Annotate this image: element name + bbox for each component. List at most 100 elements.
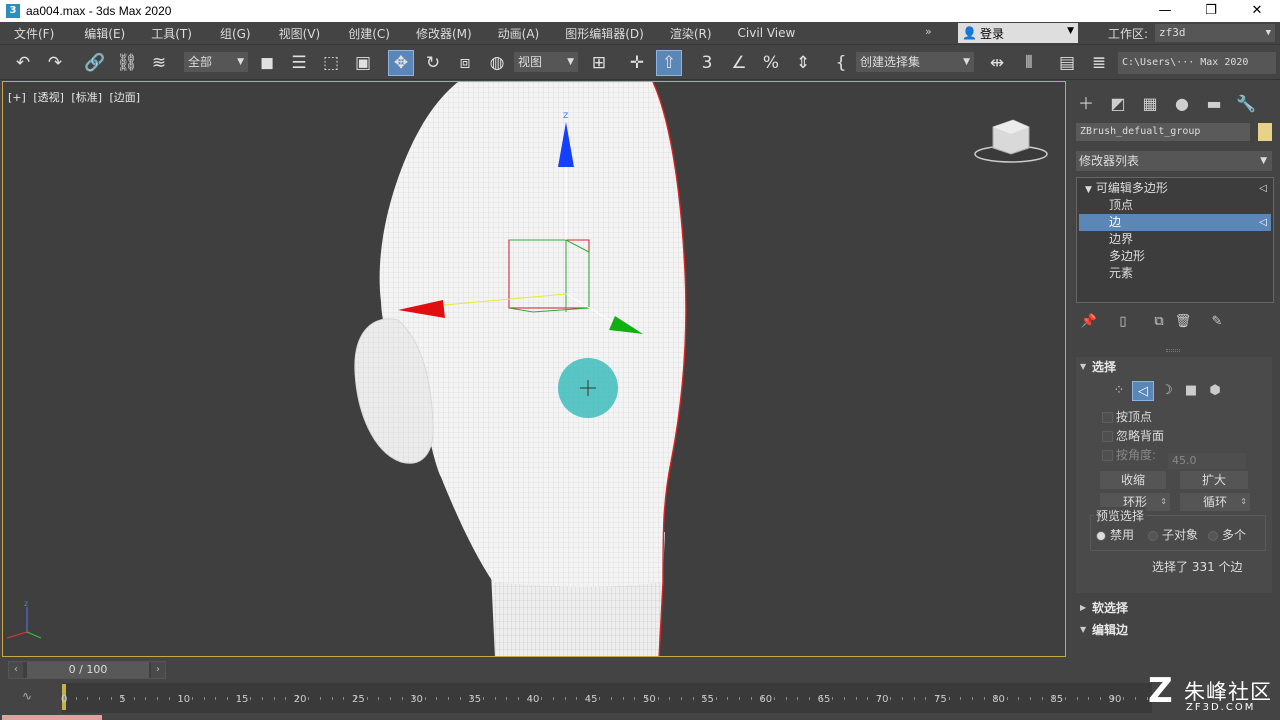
- menu-edit[interactable]: 编辑(E): [78, 25, 131, 42]
- stack-item-border[interactable]: 边界: [1079, 231, 1271, 248]
- select-by-name-icon[interactable]: ☰: [286, 50, 312, 76]
- window-crossing-icon[interactable]: ▣: [350, 50, 376, 76]
- border-mode-icon[interactable]: ☽: [1156, 381, 1178, 401]
- stack-item-element[interactable]: 元素: [1079, 265, 1271, 282]
- minimize-button[interactable]: —: [1142, 0, 1188, 22]
- by-vertex-checkbox[interactable]: 按顶点: [1102, 409, 1152, 425]
- viewport-pov-label[interactable]: [透视]: [33, 91, 64, 104]
- utilities-tab-icon[interactable]: 🔧: [1234, 93, 1258, 115]
- ignore-backfacing-checkbox[interactable]: 忽略背面: [1102, 428, 1164, 444]
- reference-coord-select[interactable]: 视图 ▼: [514, 52, 578, 72]
- remove-modifier-icon[interactable]: 🗑: [1172, 311, 1194, 333]
- vertex-mode-icon[interactable]: ⁘: [1108, 381, 1130, 401]
- element-mode-icon[interactable]: ⬢: [1204, 381, 1226, 401]
- menu-graph-editors[interactable]: 图形编辑器(D): [559, 25, 650, 42]
- selection-rollout-header[interactable]: ▼ 选择: [1076, 357, 1272, 377]
- scene-explorer-icon[interactable]: ▤: [1054, 50, 1080, 76]
- hierarchy-tab-icon[interactable]: ▦: [1138, 93, 1162, 115]
- maximize-button[interactable]: ❐: [1188, 0, 1234, 22]
- stack-item-vertex[interactable]: 顶点: [1079, 197, 1271, 214]
- loop-button[interactable]: 循环 ⇕: [1180, 493, 1250, 511]
- preview-subobject-radio[interactable]: 子对象: [1148, 527, 1198, 543]
- spinner-arrows-icon[interactable]: ⇕: [1240, 493, 1247, 511]
- edge-mode-icon[interactable]: ◁: [1132, 381, 1154, 401]
- project-path-field[interactable]: C:\Users\··· Max 2020: [1118, 52, 1276, 74]
- angle-spinner[interactable]: 45.0: [1168, 453, 1246, 469]
- bind-space-warp-icon[interactable]: ≋: [146, 50, 172, 76]
- percent-snap-icon[interactable]: %: [758, 50, 784, 76]
- time-slider-thumb[interactable]: 0 / 100: [27, 662, 149, 678]
- polygon-mode-icon[interactable]: ■: [1180, 381, 1202, 401]
- layer-explorer-icon[interactable]: ≣: [1086, 50, 1112, 76]
- stack-root-item[interactable]: ▼ 可编辑多边形 ◁: [1079, 180, 1271, 197]
- named-selection-select[interactable]: 创建选择集 ▼: [856, 52, 974, 72]
- selection-filter-select[interactable]: 全部 ▼: [184, 52, 248, 72]
- next-frame-icon[interactable]: ›: [151, 662, 165, 678]
- viewport-label[interactable]: [+] [透视] [标准] [边面]: [8, 89, 144, 105]
- track-bar[interactable]: 0 5 10 15 20 25 30 35 40 45 50 55 60 65 70 75 80 85 90: [61, 683, 1160, 713]
- rect-selection-icon[interactable]: ⬚: [318, 50, 344, 76]
- motion-tab-icon[interactable]: ●: [1170, 93, 1194, 115]
- viewport-style-label[interactable]: [边面]: [110, 91, 141, 104]
- close-button[interactable]: ✕: [1234, 0, 1280, 22]
- rotate-icon[interactable]: ↻: [420, 50, 446, 76]
- grow-button[interactable]: 扩大: [1180, 471, 1248, 489]
- viewport-menu-label[interactable]: [+]: [8, 91, 26, 104]
- timeline-minor-tick: [1134, 697, 1136, 700]
- menu-create[interactable]: 创建(C): [342, 25, 396, 42]
- perspective-viewport[interactable]: z z [+] [透视] [标准] [边面]: [2, 81, 1066, 657]
- modify-tab-icon[interactable]: ◩: [1106, 93, 1130, 115]
- mirror-icon[interactable]: ⇹: [984, 50, 1010, 76]
- panel-splitter[interactable]: [1166, 349, 1180, 352]
- display-tab-icon[interactable]: ▬: [1202, 93, 1226, 115]
- move-icon[interactable]: ✥: [388, 50, 414, 76]
- shrink-button[interactable]: 收缩: [1100, 471, 1166, 489]
- spinner-snap-icon[interactable]: ⇕: [790, 50, 816, 76]
- menu-rendering[interactable]: 渲染(R): [664, 25, 718, 42]
- edit-edges-rollout-header[interactable]: ▼ 编辑边: [1076, 620, 1272, 640]
- menu-view[interactable]: 视图(V): [273, 25, 327, 42]
- object-color-swatch[interactable]: [1258, 123, 1272, 141]
- select-manipulate-icon[interactable]: ✛: [624, 50, 650, 76]
- redo-icon[interactable]: ↷: [42, 50, 68, 76]
- viewport-shading-label[interactable]: [标准]: [71, 91, 102, 104]
- object-name-field[interactable]: ZBrush_defualt_group: [1076, 123, 1250, 141]
- stack-item-edge[interactable]: 边 ◁: [1079, 214, 1271, 231]
- menu-overflow-icon[interactable]: »: [925, 25, 932, 38]
- align-icon[interactable]: ⫴: [1016, 50, 1042, 76]
- prev-frame-icon[interactable]: ‹: [9, 662, 23, 678]
- menu-civil-view[interactable]: Civil View: [732, 26, 802, 40]
- menu-animation[interactable]: 动画(A): [492, 25, 546, 42]
- configure-sets-icon[interactable]: ✎: [1206, 311, 1228, 333]
- link-icon[interactable]: 🔗: [82, 50, 108, 76]
- soft-selection-rollout-header[interactable]: ▶ 软选择: [1076, 598, 1272, 618]
- preview-multi-radio[interactable]: 多个: [1208, 527, 1246, 543]
- placement-icon[interactable]: ◍: [484, 50, 510, 76]
- menu-group[interactable]: 组(G): [214, 25, 257, 42]
- spinner-arrows-icon[interactable]: ⇕: [1160, 493, 1167, 511]
- menu-file[interactable]: 文件(F): [8, 25, 60, 42]
- by-angle-checkbox[interactable]: 按角度:: [1102, 447, 1156, 463]
- time-slider[interactable]: ‹ 0 / 100 ›: [8, 661, 166, 679]
- scale-icon[interactable]: ⧈: [452, 50, 478, 76]
- keyboard-shortcut-override-icon[interactable]: ⇧: [656, 50, 682, 76]
- angle-snap-icon[interactable]: ∠: [726, 50, 752, 76]
- make-unique-icon[interactable]: ⧉: [1148, 311, 1170, 333]
- unlink-icon[interactable]: ⛓: [114, 50, 140, 76]
- login-dropdown[interactable]: 👤 登录 ▼: [958, 23, 1078, 43]
- modifier-list-select[interactable]: 修改器列表 ▼: [1076, 151, 1272, 171]
- menu-tools[interactable]: 工具(T): [145, 25, 198, 42]
- workspace-select[interactable]: zf3d ▼: [1155, 24, 1275, 42]
- create-tab-icon[interactable]: ＋: [1074, 93, 1098, 115]
- pin-stack-icon[interactable]: 📌: [1078, 311, 1100, 333]
- show-end-result-icon[interactable]: ▯: [1112, 311, 1134, 333]
- select-object-icon[interactable]: ◼: [254, 50, 280, 76]
- curve-editor-toggle-icon[interactable]: ∿: [22, 689, 32, 703]
- snaps-toggle-icon[interactable]: 3: [694, 50, 720, 76]
- edit-named-selection-icon[interactable]: {: [828, 50, 854, 76]
- preview-off-radio[interactable]: 禁用: [1096, 527, 1134, 543]
- menu-modifiers[interactable]: 修改器(M): [410, 25, 478, 42]
- undo-icon[interactable]: ↶: [10, 50, 36, 76]
- stack-item-polygon[interactable]: 多边形: [1079, 248, 1271, 265]
- pivot-center-icon[interactable]: ⊞: [586, 50, 612, 76]
